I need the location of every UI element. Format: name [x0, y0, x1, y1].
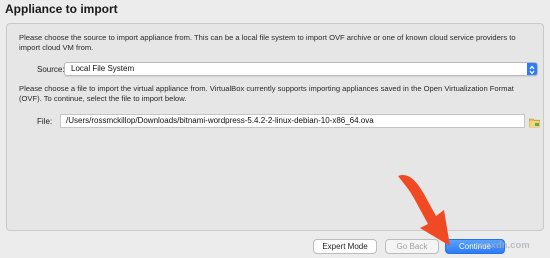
- folder-icon[interactable]: [529, 115, 540, 128]
- file-path-field[interactable]: /Users/rossmckillop/Downloads/bitnami-wo…: [60, 114, 525, 128]
- dialog-title: Appliance to import: [5, 2, 118, 16]
- file-description: Please choose a file to import the virtu…: [19, 84, 514, 103]
- arrow-annotation-icon: [398, 174, 450, 246]
- watermark: wsxdn.com: [478, 240, 530, 251]
- source-select-value: Local File System: [71, 64, 135, 73]
- chevron-up-down-icon[interactable]: [527, 63, 537, 75]
- file-label: File:: [37, 117, 53, 126]
- source-select[interactable]: Local File System: [64, 62, 538, 76]
- expert-mode-button[interactable]: Expert Mode: [313, 239, 377, 254]
- file-path-value: /Users/rossmckillop/Downloads/bitnami-wo…: [66, 116, 374, 125]
- source-description: Please choose the source to import appli…: [19, 33, 516, 52]
- source-label: Source:: [37, 65, 65, 74]
